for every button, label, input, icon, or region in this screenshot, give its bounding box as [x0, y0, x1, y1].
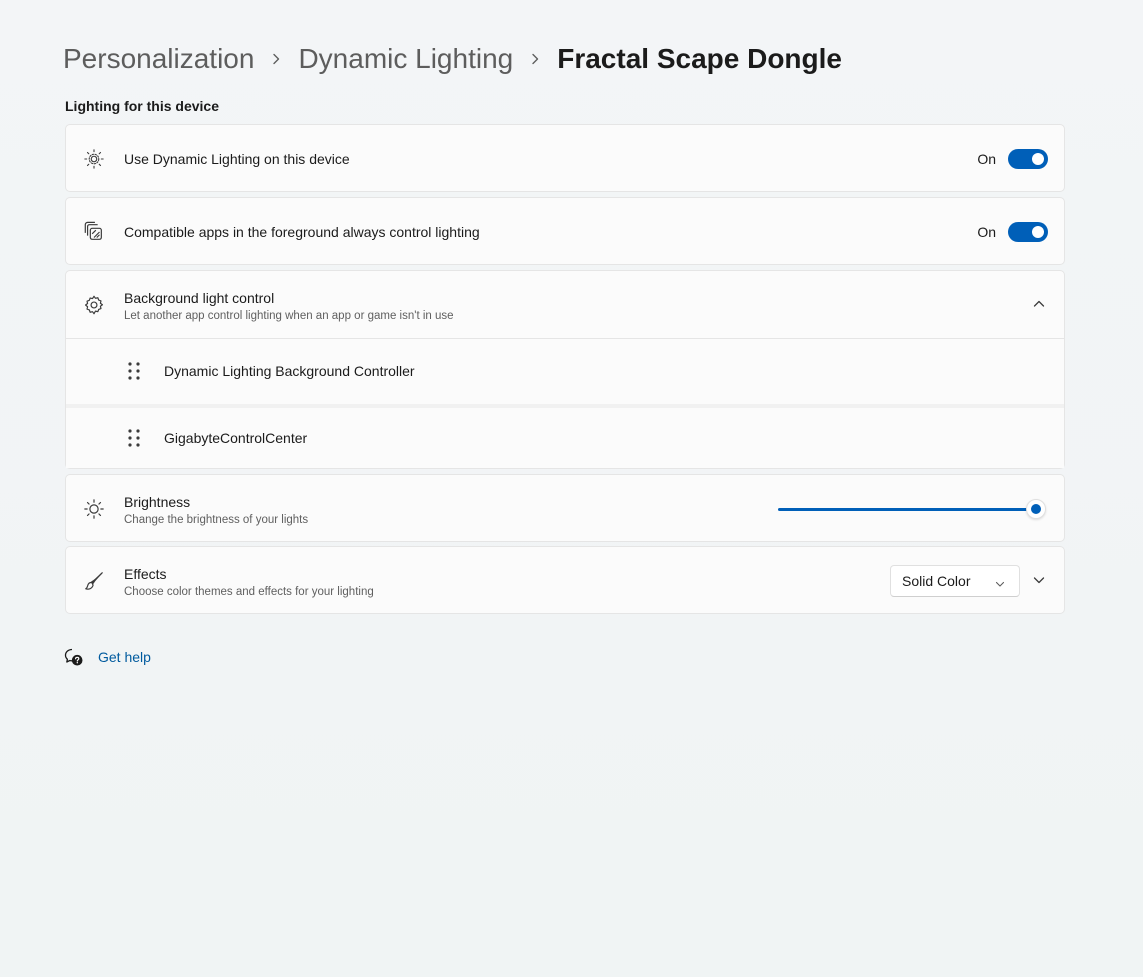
- foreground-apps-state: On: [977, 224, 996, 240]
- chevron-right-icon: [254, 40, 298, 78]
- chevron-up-icon[interactable]: [1030, 295, 1048, 313]
- get-help-link[interactable]: Get help: [98, 649, 151, 665]
- effects-dropdown-value: Solid Color: [902, 573, 971, 589]
- effects-subtitle: Choose color themes and effects for your…: [124, 586, 374, 598]
- use-dynamic-lighting-toggle[interactable]: [1008, 149, 1048, 169]
- sun-icon: [82, 497, 106, 521]
- page-title: Fractal Scape Dongle: [557, 43, 842, 74]
- get-help[interactable]: Get help: [64, 647, 151, 667]
- use-dynamic-lighting-title: Use Dynamic Lighting on this device: [124, 151, 350, 167]
- foreground-apps-toggle[interactable]: [1008, 222, 1048, 242]
- list-item-label: Dynamic Lighting Background Controller: [164, 363, 415, 379]
- chevron-right-icon: [513, 40, 557, 78]
- list-item-label: GigabyteControlCenter: [164, 430, 308, 446]
- effects-title: Effects: [124, 566, 167, 582]
- gear-icon: [82, 293, 106, 317]
- brightness-slider-track[interactable]: [778, 508, 1036, 511]
- background-control-subtitle: Let another app control lighting when an…: [124, 310, 454, 322]
- background-control-title: Background light control: [124, 290, 275, 306]
- sun-rays-icon: [82, 147, 106, 171]
- brightness-subtitle: Change the brightness of your lights: [124, 514, 309, 526]
- chevron-down-icon: [995, 576, 1005, 587]
- foreground-apps-title: Compatible apps in the foreground always…: [124, 224, 480, 240]
- breadcrumb-personalization[interactable]: Personalization: [63, 40, 254, 78]
- breadcrumb-dynamic-lighting[interactable]: Dynamic Lighting: [298, 40, 513, 78]
- brush-icon: [82, 569, 106, 593]
- brightness-slider-thumb[interactable]: [1026, 499, 1046, 519]
- section-label: Lighting for this device: [65, 98, 220, 114]
- stacked-squares-icon: [82, 220, 106, 244]
- background-control-header[interactable]: Background light control Let another app…: [66, 271, 1064, 338]
- use-dynamic-lighting-state: On: [977, 151, 996, 167]
- effects-card: Effects Choose color themes and effects …: [65, 546, 1065, 614]
- list-item[interactable]: GigabyteControlCenter: [66, 404, 1064, 468]
- effects-expand-chevron-icon[interactable]: [1030, 571, 1048, 589]
- background-control-card: Background light control Let another app…: [65, 270, 1065, 469]
- help-chat-icon: [64, 647, 84, 667]
- breadcrumb: Personalization Dynamic Lighting Fractal…: [63, 40, 842, 78]
- foreground-apps-card: Compatible apps in the foreground always…: [65, 197, 1065, 265]
- brightness-card: Brightness Change the brightness of your…: [65, 474, 1065, 542]
- settings-page: Personalization Dynamic Lighting Fractal…: [0, 0, 1143, 977]
- use-dynamic-lighting-card: Use Dynamic Lighting on this device On: [65, 124, 1065, 192]
- drag-handle-icon[interactable]: [126, 361, 142, 381]
- list-item[interactable]: Dynamic Lighting Background Controller: [66, 338, 1064, 402]
- effects-dropdown[interactable]: Solid Color: [890, 565, 1020, 597]
- brightness-title: Brightness: [124, 494, 191, 510]
- brightness-slider[interactable]: [778, 499, 1046, 519]
- drag-handle-icon[interactable]: [126, 428, 142, 448]
